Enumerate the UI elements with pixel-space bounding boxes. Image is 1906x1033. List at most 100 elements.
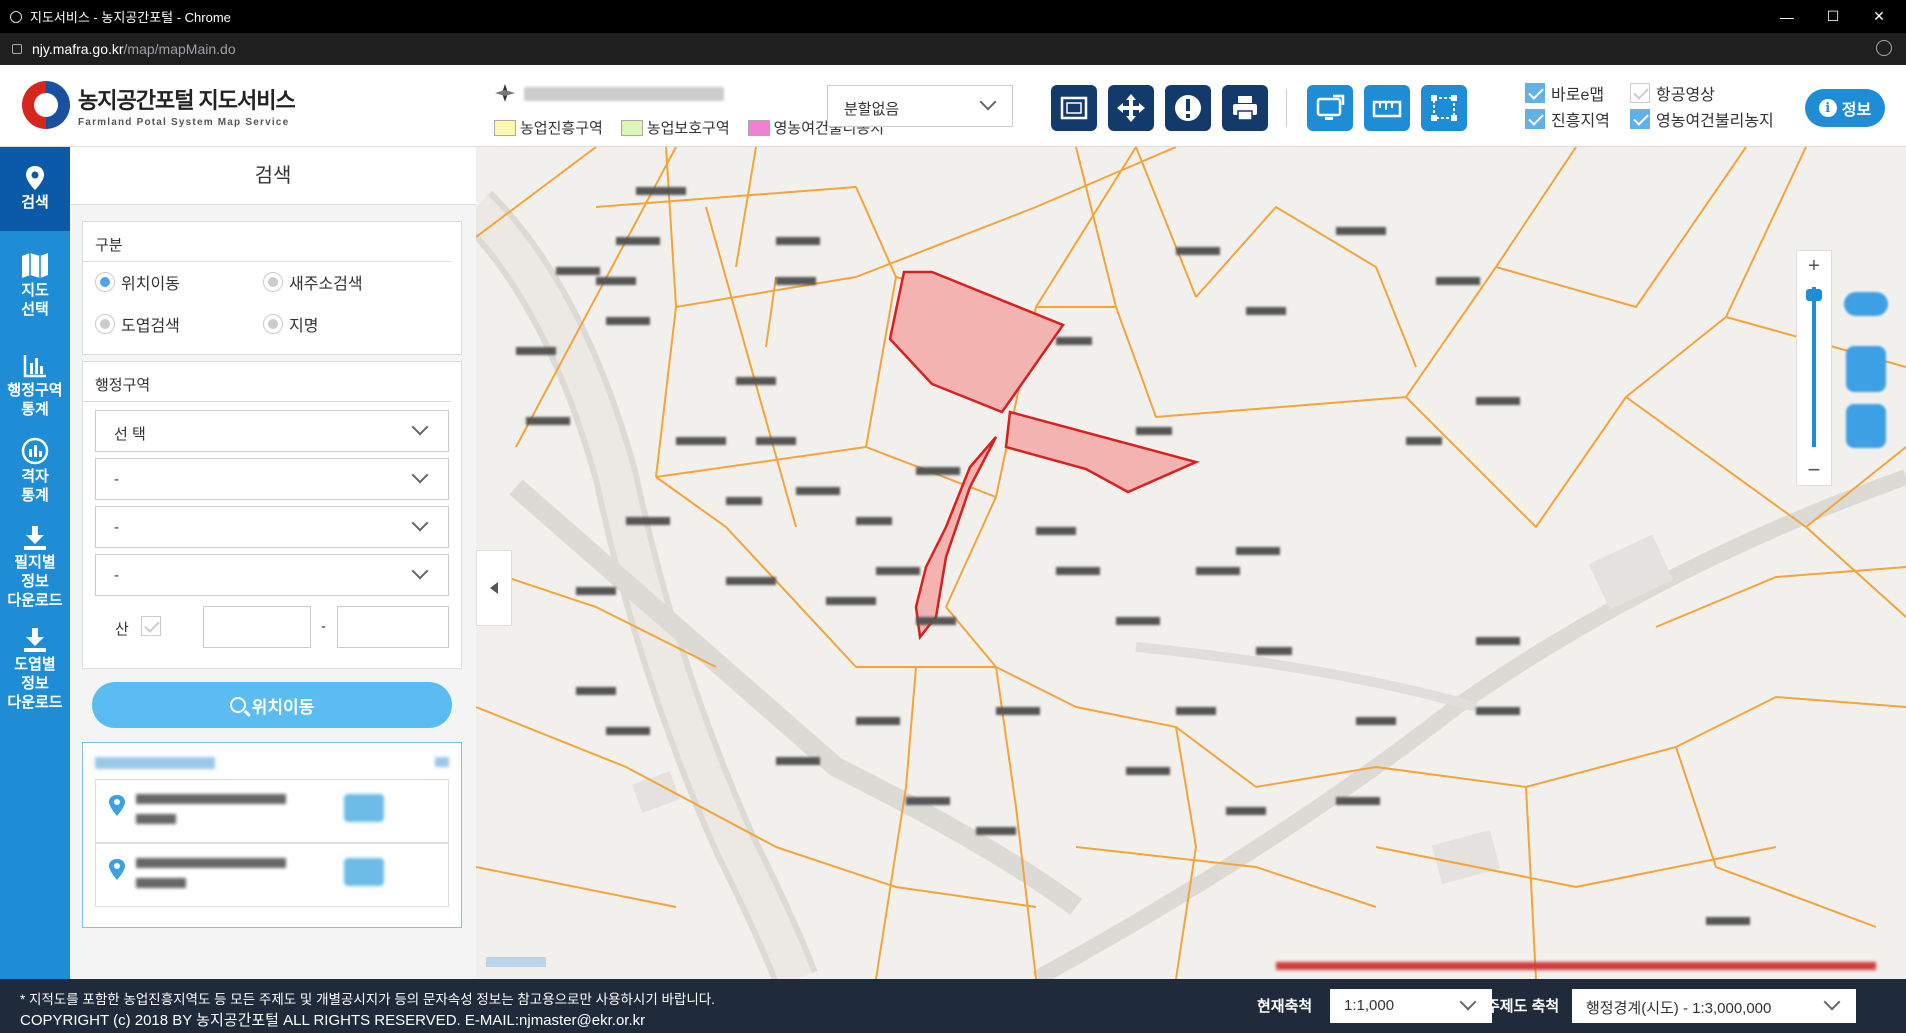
download-icon — [24, 628, 46, 652]
nav-item-grid-stats[interactable]: 격자 통계 — [0, 437, 70, 521]
close-button[interactable]: ✕ — [1856, 0, 1902, 33]
layer-toggle-promotion-zone[interactable]: 진흥지역 — [1525, 107, 1610, 131]
result-text-blurred — [136, 794, 286, 804]
area-measure-button[interactable] — [1421, 85, 1467, 131]
logo-mark-icon — [22, 81, 70, 129]
division-select-value: 분할없음 — [844, 101, 900, 118]
screen-export-button[interactable] — [1307, 85, 1353, 131]
nav-item-search[interactable]: 검색 — [0, 147, 70, 231]
chevron-down-icon — [1459, 993, 1477, 1011]
map-pin-icon — [109, 795, 125, 816]
alert-button[interactable] — [1165, 85, 1211, 131]
toolbar-divider — [1286, 89, 1287, 127]
zoom-icon[interactable] — [1876, 40, 1892, 56]
zoom-slider-handle[interactable] — [1806, 289, 1822, 301]
print-button[interactable] — [1222, 85, 1268, 131]
nav-label: 지도 선택 — [21, 282, 49, 318]
info-button[interactable]: i 정보 — [1805, 89, 1885, 127]
sido-select[interactable]: 선 택 — [95, 410, 449, 452]
maximize-button[interactable]: ☐ — [1810, 0, 1856, 33]
checkbox-icon — [1630, 109, 1650, 129]
eupmyeondong-select[interactable]: - — [95, 506, 449, 548]
map-pin-icon — [26, 166, 44, 190]
pan-button[interactable] — [1108, 85, 1154, 131]
url-host: njy.mafra.go.kr — [32, 41, 124, 57]
section-header-admin: 행정구역 — [83, 362, 451, 402]
logo[interactable]: 농지공간포털 지도서비스 Farmland Potal System Map S… — [22, 81, 296, 129]
page-footer: * 지적도를 포함한 농업진흥지역도 등 모든 주제도 및 개별공시지가 등의 … — [0, 979, 1906, 1033]
select-value: - — [114, 567, 119, 584]
admin-area-box: 행정구역 선 택 - - - 산 - — [82, 361, 462, 669]
recent-result-item[interactable] — [95, 843, 449, 907]
sigungu-select[interactable]: - — [95, 458, 449, 500]
grid-stat-icon — [21, 437, 49, 465]
location-text-blurred — [524, 87, 724, 101]
info-icon: i — [1818, 99, 1837, 117]
search-location-button[interactable]: 위치이동 — [92, 682, 452, 728]
chevron-down-icon — [1823, 993, 1841, 1011]
layer-toggle-disadvantaged[interactable]: 영농여건불리농지 — [1630, 107, 1774, 131]
address-bar[interactable]: njy.mafra.go.kr/map/mapMain.do — [0, 33, 1906, 65]
recent-close-blurred[interactable] — [435, 757, 449, 767]
bar-chart-icon — [23, 355, 46, 378]
zoom-out-button[interactable]: − — [1797, 457, 1831, 483]
mountain-checkbox[interactable] — [141, 616, 167, 636]
radio-icon — [263, 314, 283, 334]
bunji-sub-input[interactable] — [337, 606, 449, 648]
select-value: - — [114, 471, 119, 488]
layer-toggle-aerial[interactable]: 항공영상 — [1630, 81, 1715, 105]
nav-item-map-select[interactable]: 지도 선택 — [0, 251, 70, 335]
screen-export-icon — [1316, 94, 1345, 120]
zoom-level-tag-blurred — [1846, 404, 1886, 448]
recent-header-blurred — [95, 757, 215, 769]
map-pin-icon — [109, 859, 125, 880]
nav-label: 행정구역 통계 — [7, 382, 63, 418]
zoom-slider-track[interactable] — [1812, 287, 1816, 447]
radio-place-name[interactable]: 지명 — [263, 312, 318, 336]
select-value: - — [114, 519, 119, 536]
current-scale-select[interactable]: 1:1,000 — [1330, 989, 1492, 1023]
division-select[interactable]: 분할없음 — [827, 85, 1013, 127]
legend-label: 농업진흥구역 — [520, 120, 603, 137]
panel-collapse-button[interactable] — [476, 550, 512, 626]
legend-item: 농업진흥구역 — [494, 117, 603, 138]
alert-icon — [1175, 95, 1201, 121]
nav-item-sheet-download[interactable]: 도엽별 정보 다운로드 — [0, 627, 70, 727]
radio-location-move[interactable]: 위치이동 — [95, 270, 180, 294]
checkbox-icon — [141, 616, 161, 636]
layer-label: 영농여건불리농지 — [1656, 113, 1774, 130]
bunji-main-input[interactable] — [203, 606, 311, 648]
minimize-button[interactable]: — — [1764, 0, 1810, 33]
url-path: /map/mapMain.do — [123, 41, 236, 57]
radio-sheet-search[interactable]: 도엽검색 — [95, 312, 180, 336]
map-canvas[interactable] — [476, 147, 1906, 979]
ri-select[interactable]: - — [95, 554, 449, 596]
bunji-dash: - — [321, 618, 326, 635]
theme-scale-select[interactable]: 행정경계(시도) - 1:3,000,000 — [1572, 989, 1856, 1023]
area-measure-icon — [1431, 95, 1457, 121]
layer-label: 바로e맵 — [1551, 87, 1605, 104]
result-action-blurred[interactable] — [344, 794, 384, 822]
result-text-blurred — [136, 878, 186, 888]
recent-result-item[interactable] — [95, 779, 449, 843]
zoom-in-button[interactable]: + — [1797, 255, 1831, 278]
compass-icon — [495, 84, 515, 102]
section-header-type: 구분 — [83, 222, 451, 262]
fullscreen-button[interactable] — [1051, 85, 1097, 131]
chrome-icon — [10, 10, 22, 23]
nav-item-parcel-download[interactable]: 필지별 정보 다운로드 — [0, 525, 70, 625]
print-icon — [1233, 96, 1257, 121]
checkbox-icon — [1525, 83, 1545, 103]
ruler-icon — [1372, 100, 1402, 118]
radio-new-address[interactable]: 새주소검색 — [263, 270, 363, 294]
nav-item-admin-stats[interactable]: 행정구역 통계 — [0, 353, 70, 437]
radio-icon — [263, 272, 283, 292]
result-action-blurred[interactable] — [344, 858, 384, 886]
nav-label: 필지별 정보 다운로드 — [7, 554, 63, 609]
panel-title: 검색 — [70, 147, 476, 205]
ruler-button[interactable] — [1364, 85, 1410, 131]
chevron-left-icon — [490, 582, 498, 594]
radio-icon — [95, 314, 115, 334]
layer-toggle-baroemap[interactable]: 바로e맵 — [1525, 81, 1604, 105]
nav-label: 검색 — [21, 194, 49, 211]
